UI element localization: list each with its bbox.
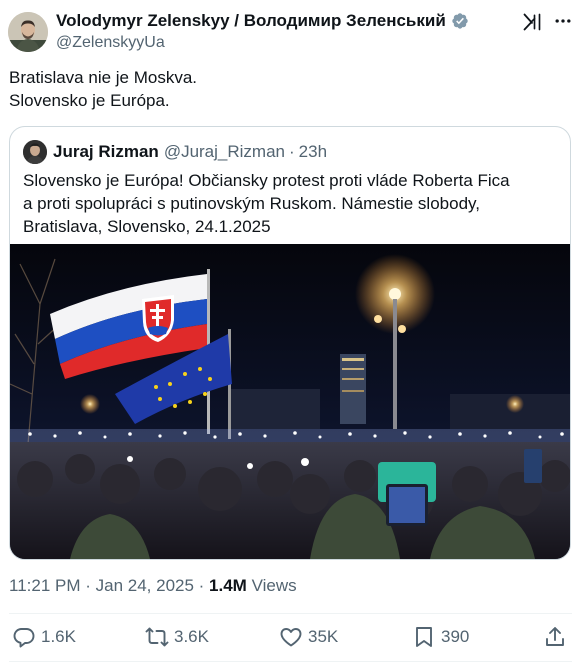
like-count: 35K [308, 627, 339, 646]
quote-author-handle[interactable]: @Juraj_Rizman [164, 142, 285, 162]
author-avatar[interactable] [8, 12, 48, 52]
reply-button[interactable]: 1.6K [12, 624, 76, 650]
share-icon [546, 627, 564, 646]
divider [9, 661, 572, 662]
quote-text: Slovensko je Európa! Občiansky protest p… [23, 169, 563, 238]
quote-avatar[interactable] [23, 140, 47, 164]
like-button[interactable]: 35K [279, 624, 338, 650]
share-button[interactable] [543, 624, 567, 650]
divider [9, 613, 572, 614]
repost-icon [145, 627, 169, 647]
quote-header: Juraj Rizman @Juraj_Rizman · 23h [23, 140, 327, 164]
reply-count: 1.6K [41, 627, 76, 646]
views-label: Views [246, 576, 297, 595]
tweet-line: Slovensko je Európa. [9, 91, 170, 110]
heart-icon [280, 628, 302, 647]
quote-line: a proti spolupráci s putinovským Ruskom.… [23, 194, 480, 213]
meta-separator: · [193, 576, 210, 595]
quote-line: Bratislava, Slovensko, 24.1.2025 [23, 217, 271, 236]
quote-timestamp[interactable]: 23h [299, 142, 327, 162]
tweet-text: Bratislava nie je Moskva. Slovensko je E… [9, 66, 574, 112]
protest-photo[interactable] [10, 244, 570, 559]
bookmark-count: 390 [441, 627, 470, 646]
repost-button[interactable]: 3.6K [145, 624, 209, 650]
author-display-name[interactable]: Volodymyr Zelenskyy / Володимир Зеленськ… [56, 10, 446, 32]
bookmark-icon [416, 627, 432, 647]
more-icon[interactable] [552, 10, 574, 32]
verified-badge-icon[interactable] [451, 12, 469, 30]
meta-separator: · [80, 576, 96, 595]
quote-line: Slovensko je Európa! Občiansky protest p… [23, 171, 510, 190]
action-bar: 1.6K 3.6K 35K 390 [0, 620, 586, 654]
author-handle[interactable]: @ZelenskyyUa [56, 32, 469, 54]
views-count[interactable]: 1.4M [209, 576, 247, 595]
reply-icon [13, 628, 35, 648]
tweet-meta: 11:21 PM · Jan 24, 2025 · 1.4M Views [9, 575, 297, 597]
tweet-date[interactable]: Jan 24, 2025 [96, 576, 194, 595]
repost-count: 3.6K [174, 627, 209, 646]
bookmark-button[interactable]: 390 [412, 624, 469, 650]
display-name-row: Volodymyr Zelenskyy / Володимир Зеленськ… [56, 10, 469, 32]
quoted-tweet[interactable]: Juraj Rizman @Juraj_Rizman · 23h Slovens… [9, 126, 571, 560]
tweet-line: Bratislava nie je Moskva. [9, 68, 198, 87]
author-names: Volodymyr Zelenskyy / Володимир Зеленськ… [56, 10, 469, 54]
quote-author-name[interactable]: Juraj Rizman [53, 142, 159, 162]
tweet-header: Volodymyr Zelenskyy / Володимир Зеленськ… [8, 8, 578, 54]
quote-separator: · [289, 142, 295, 161]
tweet-time[interactable]: 11:21 PM [9, 576, 81, 595]
x-grok-icon[interactable] [522, 12, 542, 32]
